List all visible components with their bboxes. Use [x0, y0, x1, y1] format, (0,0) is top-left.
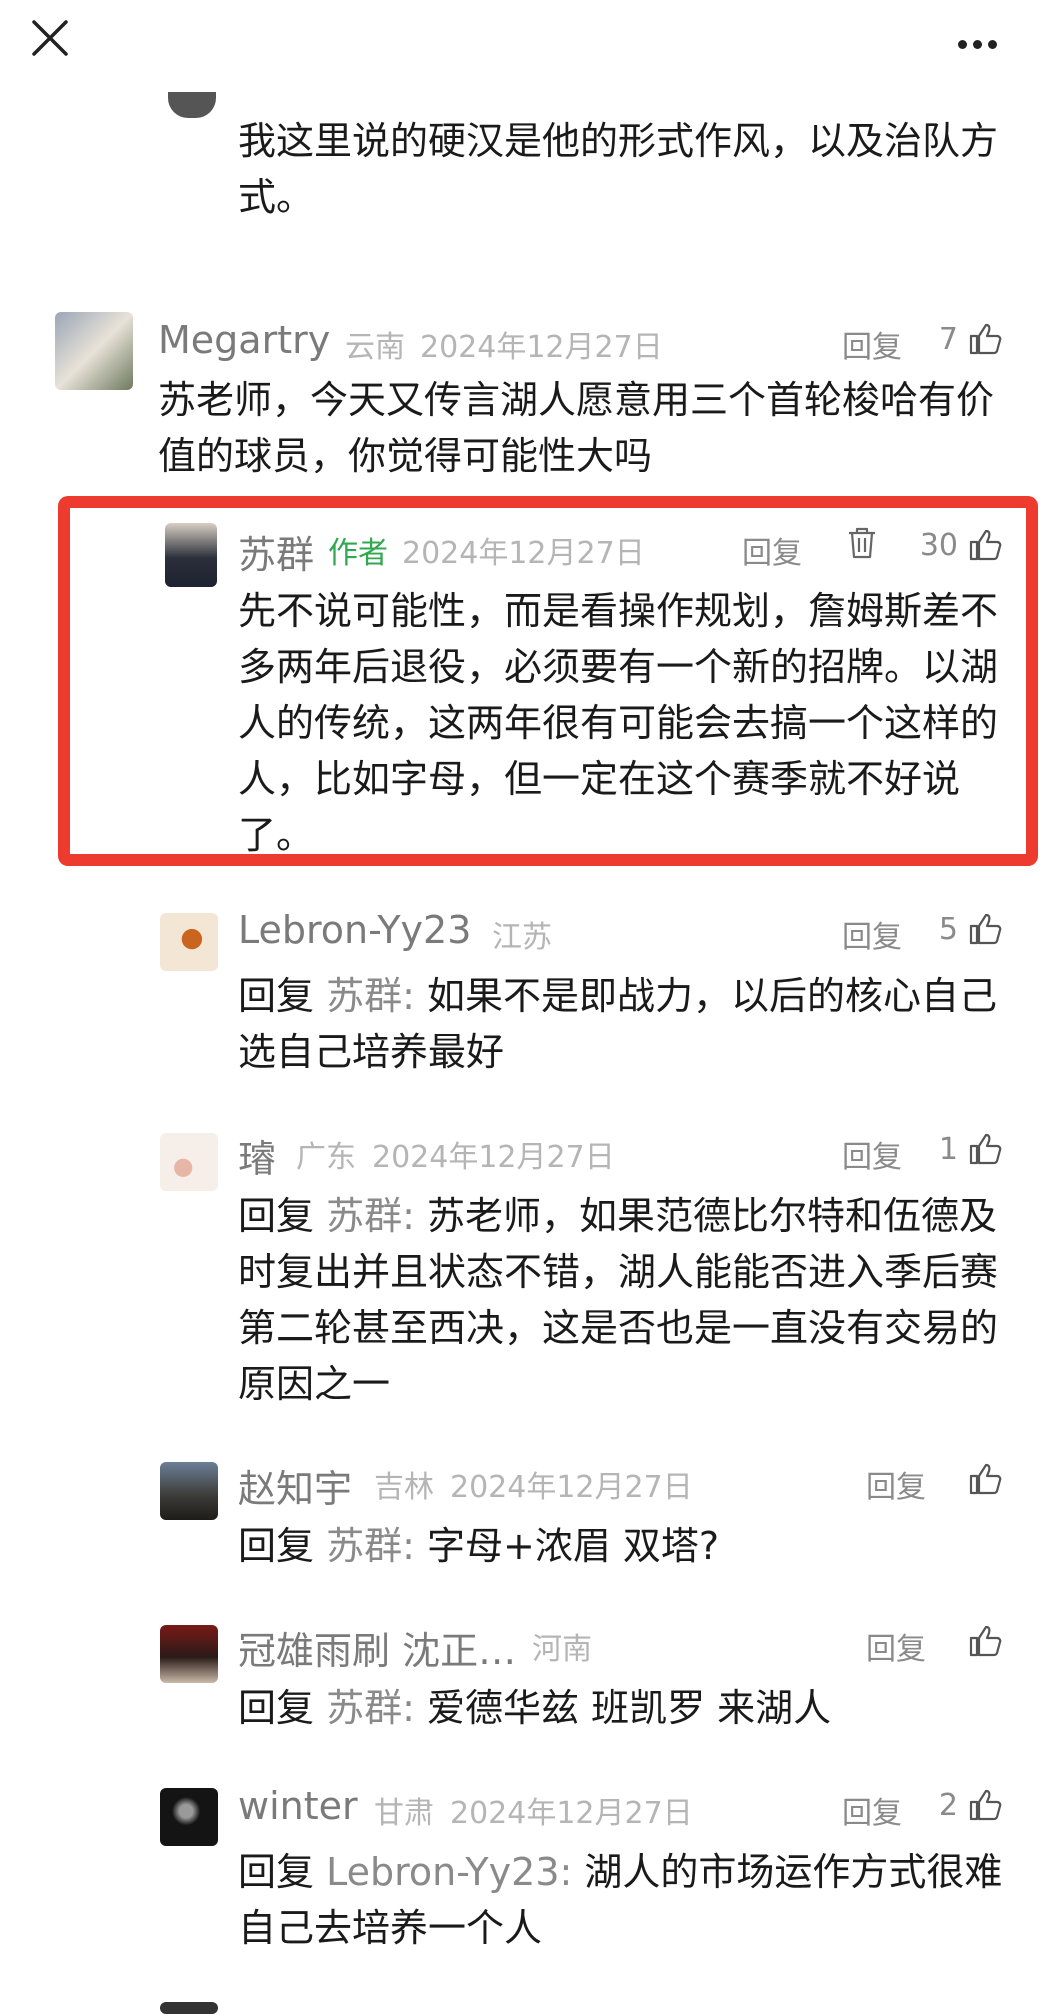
- reply-target[interactable]: 苏群:: [326, 1194, 415, 1238]
- reply-target[interactable]: 苏群:: [326, 1524, 415, 1568]
- comment-date: 2024年12月27日: [402, 536, 645, 571]
- like-count: 2: [938, 1788, 958, 1823]
- reply-prefix: 回复: [238, 1524, 315, 1568]
- reply-author-name[interactable]: winter: [238, 1784, 358, 1828]
- reply-button[interactable]: 回复: [842, 912, 902, 956]
- reply-text: 回复 苏群: 字母+浓眉 双塔?: [238, 1518, 1008, 1574]
- like-icon[interactable]: [968, 1462, 1002, 1496]
- like-icon[interactable]: [968, 1788, 1002, 1822]
- reply-text: 回复 苏群: 如果不是即战力，以后的核心自己选自己培养最好: [238, 968, 1008, 1080]
- comment-date: 2024年12月27日: [420, 330, 663, 365]
- reply-prefix: 回复: [238, 1194, 315, 1238]
- reply-text: 回复 苏群: 爱德华兹 班凯罗 来湖人: [238, 1680, 1008, 1736]
- top-bar: [0, 0, 1058, 80]
- author-reply-text: 先不说可能性，而是看操作规划，詹姆斯差不多两年后退役，必须要有一个新的招牌。以湖…: [238, 589, 999, 857]
- comment-text: 我这里说的硬汉是他的形式作风，以及治队方式。: [238, 119, 999, 219]
- reply-button[interactable]: 回复: [842, 1132, 902, 1176]
- reply-date: 2024年12月27日: [450, 1470, 693, 1505]
- like-icon[interactable]: [968, 912, 1002, 946]
- avatar[interactable]: [160, 2002, 218, 2014]
- reply-target[interactable]: Lebron-Yy23:: [326, 1850, 572, 1894]
- reply-region: 广东: [296, 1140, 356, 1175]
- comment-region: 云南: [345, 330, 405, 365]
- reply-button[interactable]: 回复: [742, 528, 802, 572]
- avatar[interactable]: [165, 523, 217, 587]
- reply-prefix: 回复: [238, 974, 315, 1018]
- reply-content: 字母+浓眉 双塔?: [427, 1524, 720, 1568]
- author-tag: 作者: [328, 536, 388, 571]
- like-icon[interactable]: [968, 528, 1002, 562]
- reply-author-name[interactable]: 冠雄雨刷 沈正…: [238, 1620, 516, 1675]
- reply-button[interactable]: 回复: [842, 1788, 902, 1832]
- avatar[interactable]: [160, 1625, 218, 1683]
- comment-text: 苏老师，今天又传言湖人愿意用三个首轮梭哈有价值的球员，你觉得可能性大吗: [158, 378, 995, 478]
- like-count: 1: [938, 1132, 958, 1167]
- reply-text: 回复 苏群: 苏老师，如果范德比尔特和伍德及时复出并且状态不错，湖人能能否进入季…: [238, 1188, 1008, 1412]
- reply-author-name[interactable]: Lebron-Yy23: [238, 908, 471, 952]
- reply-date: 2024年12月27日: [450, 1796, 693, 1831]
- like-icon[interactable]: [968, 322, 1002, 356]
- reply-author-name[interactable]: 赵知宇: [238, 1458, 352, 1513]
- avatar[interactable]: [160, 1133, 218, 1191]
- reply-text: 回复 Lebron-Yy23: 湖人的市场运作方式很难自己去培养一个人: [238, 1844, 1008, 1956]
- reply-button[interactable]: 回复: [842, 322, 902, 366]
- reply-region: 江苏: [492, 920, 552, 955]
- avatar[interactable]: [160, 1462, 218, 1520]
- reply-button[interactable]: 回复: [866, 1624, 926, 1668]
- more-icon[interactable]: [958, 34, 1008, 49]
- avatar[interactable]: [168, 92, 216, 118]
- reply-prefix: 回复: [238, 1850, 315, 1894]
- reply-prefix: 回复: [238, 1686, 315, 1730]
- like-icon[interactable]: [968, 1132, 1002, 1166]
- reply-author-name[interactable]: 璿: [238, 1128, 276, 1183]
- comment-author-name[interactable]: Megartry: [158, 318, 330, 362]
- reply-content: 爱德华兹 班凯罗 来湖人: [427, 1686, 832, 1730]
- reply-region: 吉林: [374, 1470, 434, 1505]
- reply-date: 2024年12月27日: [372, 1140, 615, 1175]
- trash-icon[interactable]: [846, 526, 878, 560]
- reply-button[interactable]: 回复: [866, 1462, 926, 1506]
- reply-region: 河南: [532, 1632, 592, 1667]
- close-icon[interactable]: [30, 18, 70, 58]
- avatar[interactable]: [55, 312, 133, 390]
- like-count: 5: [938, 912, 958, 947]
- like-count: 30: [919, 528, 958, 563]
- reply-target[interactable]: 苏群:: [326, 1686, 415, 1730]
- avatar[interactable]: [160, 913, 218, 971]
- reply-target[interactable]: 苏群:: [326, 974, 415, 1018]
- like-icon[interactable]: [968, 1624, 1002, 1658]
- reply-region: 甘肃: [374, 1796, 434, 1831]
- author-name[interactable]: 苏群: [238, 524, 314, 579]
- avatar[interactable]: [160, 1788, 218, 1846]
- like-count: 7: [938, 322, 958, 357]
